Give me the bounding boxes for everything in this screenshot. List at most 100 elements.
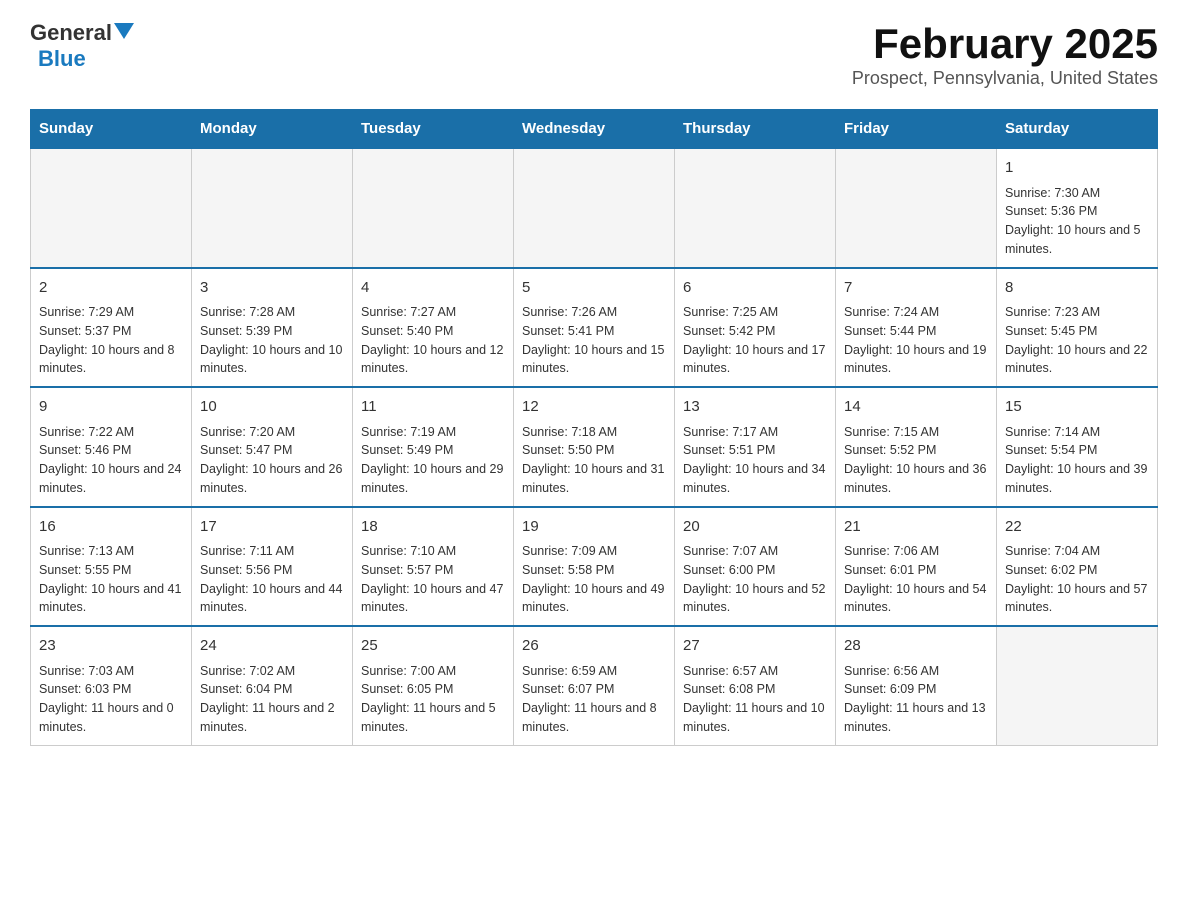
week-row-1: 1 Sunrise: 7:30 AM Sunset: 5:36 PM Daylig… [31,148,1158,268]
weekday-header-saturday: Saturday [997,110,1158,149]
weekday-header-wednesday: Wednesday [514,110,675,149]
calendar-header: SundayMondayTuesdayWednesdayThursdayFrid… [31,110,1158,149]
day-cell: 13 Sunrise: 7:17 AM Sunset: 5:51 PM Dayli… [675,387,836,507]
weekday-header-friday: Friday [836,110,997,149]
day-cell [836,148,997,268]
day-info: Sunrise: 7:00 AM Sunset: 6:05 PM Dayligh… [361,664,496,734]
day-info: Sunrise: 7:24 AM Sunset: 5:44 PM Dayligh… [844,305,986,375]
day-number: 12 [522,396,666,419]
day-number: 7 [844,277,988,300]
week-row-5: 23 Sunrise: 7:03 AM Sunset: 6:03 PM Dayli… [31,626,1158,745]
day-cell: 3Sunrise: 7:28 AM Sunset: 5:39 PM Daylig… [192,268,353,388]
day-number: 4 [361,277,505,300]
calendar-subtitle: Prospect, Pennsylvania, United States [852,68,1158,89]
day-info: Sunrise: 7:17 AM Sunset: 5:51 PM Dayligh… [683,425,825,495]
day-cell: 1 Sunrise: 7:30 AM Sunset: 5:36 PM Daylig… [997,148,1158,268]
day-cell [675,148,836,268]
day-number: 11 [361,396,505,419]
day-info: Sunrise: 7:27 AM Sunset: 5:40 PM Dayligh… [361,305,503,375]
day-cell: 23 Sunrise: 7:03 AM Sunset: 6:03 PM Dayli… [31,626,192,745]
day-cell: 8Sunrise: 7:23 AM Sunset: 5:45 PM Daylig… [997,268,1158,388]
day-number: 19 [522,516,666,539]
day-info: Sunrise: 7:20 AM Sunset: 5:47 PM Dayligh… [200,425,342,495]
day-info: Sunrise: 7:30 AM Sunset: 5:36 PM Dayligh… [1005,186,1141,256]
day-number: 17 [200,516,344,539]
logo-general-text: General [30,20,112,46]
day-number: 28 [844,635,988,658]
day-cell: 11 Sunrise: 7:19 AM Sunset: 5:49 PM Dayli… [353,387,514,507]
day-number: 1 [1005,157,1149,180]
day-cell: 7 Sunrise: 7:24 AM Sunset: 5:44 PM Daylig… [836,268,997,388]
calendar-body: 1 Sunrise: 7:30 AM Sunset: 5:36 PM Daylig… [31,148,1158,745]
day-cell [997,626,1158,745]
weekday-header-sunday: Sunday [31,110,192,149]
day-cell: 15 Sunrise: 7:14 AM Sunset: 5:54 PM Dayli… [997,387,1158,507]
day-info: Sunrise: 7:09 AM Sunset: 5:58 PM Dayligh… [522,544,664,614]
day-cell: 24Sunrise: 7:02 AM Sunset: 6:04 PM Dayli… [192,626,353,745]
logo-blue-text: Blue [38,46,86,72]
day-number: 27 [683,635,827,658]
day-number: 26 [522,635,666,658]
day-number: 20 [683,516,827,539]
day-info: Sunrise: 7:13 AM Sunset: 5:55 PM Dayligh… [39,544,181,614]
day-cell [192,148,353,268]
day-info: Sunrise: 7:23 AM Sunset: 5:45 PM Dayligh… [1005,305,1147,375]
day-cell: 12 Sunrise: 7:18 AM Sunset: 5:50 PM Dayli… [514,387,675,507]
week-row-3: 9Sunrise: 7:22 AM Sunset: 5:46 PM Daylig… [31,387,1158,507]
day-info: Sunrise: 7:15 AM Sunset: 5:52 PM Dayligh… [844,425,986,495]
day-number: 14 [844,396,988,419]
day-cell: 6 Sunrise: 7:25 AM Sunset: 5:42 PM Daylig… [675,268,836,388]
day-info: Sunrise: 7:06 AM Sunset: 6:01 PM Dayligh… [844,544,986,614]
day-number: 23 [39,635,183,658]
day-number: 2 [39,277,183,300]
day-number: 5 [522,277,666,300]
day-info: Sunrise: 7:26 AM Sunset: 5:41 PM Dayligh… [522,305,664,375]
page-header: General Blue February 2025 Prospect, Pen… [30,20,1158,89]
logo: General Blue [30,20,134,72]
day-info: Sunrise: 7:07 AM Sunset: 6:00 PM Dayligh… [683,544,825,614]
weekday-header-thursday: Thursday [675,110,836,149]
week-row-2: 2 Sunrise: 7:29 AM Sunset: 5:37 PM Daylig… [31,268,1158,388]
day-cell: 14 Sunrise: 7:15 AM Sunset: 5:52 PM Dayli… [836,387,997,507]
day-cell: 25 Sunrise: 7:00 AM Sunset: 6:05 PM Dayli… [353,626,514,745]
day-cell: 16 Sunrise: 7:13 AM Sunset: 5:55 PM Dayli… [31,507,192,627]
day-info: Sunrise: 7:02 AM Sunset: 6:04 PM Dayligh… [200,664,335,734]
day-info: Sunrise: 7:25 AM Sunset: 5:42 PM Dayligh… [683,305,825,375]
day-cell: 21 Sunrise: 7:06 AM Sunset: 6:01 PM Dayli… [836,507,997,627]
day-info: Sunrise: 7:29 AM Sunset: 5:37 PM Dayligh… [39,305,175,375]
logo-triangle-icon [114,23,134,39]
day-info: Sunrise: 7:18 AM Sunset: 5:50 PM Dayligh… [522,425,664,495]
day-info: Sunrise: 7:03 AM Sunset: 6:03 PM Dayligh… [39,664,174,734]
day-info: Sunrise: 6:59 AM Sunset: 6:07 PM Dayligh… [522,664,657,734]
day-cell [353,148,514,268]
day-cell: 9Sunrise: 7:22 AM Sunset: 5:46 PM Daylig… [31,387,192,507]
day-number: 10 [200,396,344,419]
day-info: Sunrise: 7:04 AM Sunset: 6:02 PM Dayligh… [1005,544,1147,614]
day-info: Sunrise: 7:11 AM Sunset: 5:56 PM Dayligh… [200,544,342,614]
day-info: Sunrise: 7:22 AM Sunset: 5:46 PM Dayligh… [39,425,181,495]
day-cell [31,148,192,268]
day-info: Sunrise: 7:14 AM Sunset: 5:54 PM Dayligh… [1005,425,1147,495]
day-number: 25 [361,635,505,658]
day-cell: 10 Sunrise: 7:20 AM Sunset: 5:47 PM Dayli… [192,387,353,507]
day-number: 6 [683,277,827,300]
day-number: 18 [361,516,505,539]
day-number: 22 [1005,516,1149,539]
title-block: February 2025 Prospect, Pennsylvania, Un… [852,20,1158,89]
day-number: 21 [844,516,988,539]
day-cell: 18Sunrise: 7:10 AM Sunset: 5:57 PM Dayli… [353,507,514,627]
day-cell: 19 Sunrise: 7:09 AM Sunset: 5:58 PM Dayli… [514,507,675,627]
day-cell: 4 Sunrise: 7:27 AM Sunset: 5:40 PM Daylig… [353,268,514,388]
day-info: Sunrise: 6:57 AM Sunset: 6:08 PM Dayligh… [683,664,825,734]
day-info: Sunrise: 7:19 AM Sunset: 5:49 PM Dayligh… [361,425,503,495]
day-number: 15 [1005,396,1149,419]
day-cell: 27 Sunrise: 6:57 AM Sunset: 6:08 PM Dayli… [675,626,836,745]
day-cell: 2 Sunrise: 7:29 AM Sunset: 5:37 PM Daylig… [31,268,192,388]
day-info: Sunrise: 6:56 AM Sunset: 6:09 PM Dayligh… [844,664,986,734]
weekday-header-monday: Monday [192,110,353,149]
day-cell [514,148,675,268]
day-number: 13 [683,396,827,419]
week-row-4: 16 Sunrise: 7:13 AM Sunset: 5:55 PM Dayli… [31,507,1158,627]
day-cell: 22 Sunrise: 7:04 AM Sunset: 6:02 PM Dayli… [997,507,1158,627]
day-number: 16 [39,516,183,539]
